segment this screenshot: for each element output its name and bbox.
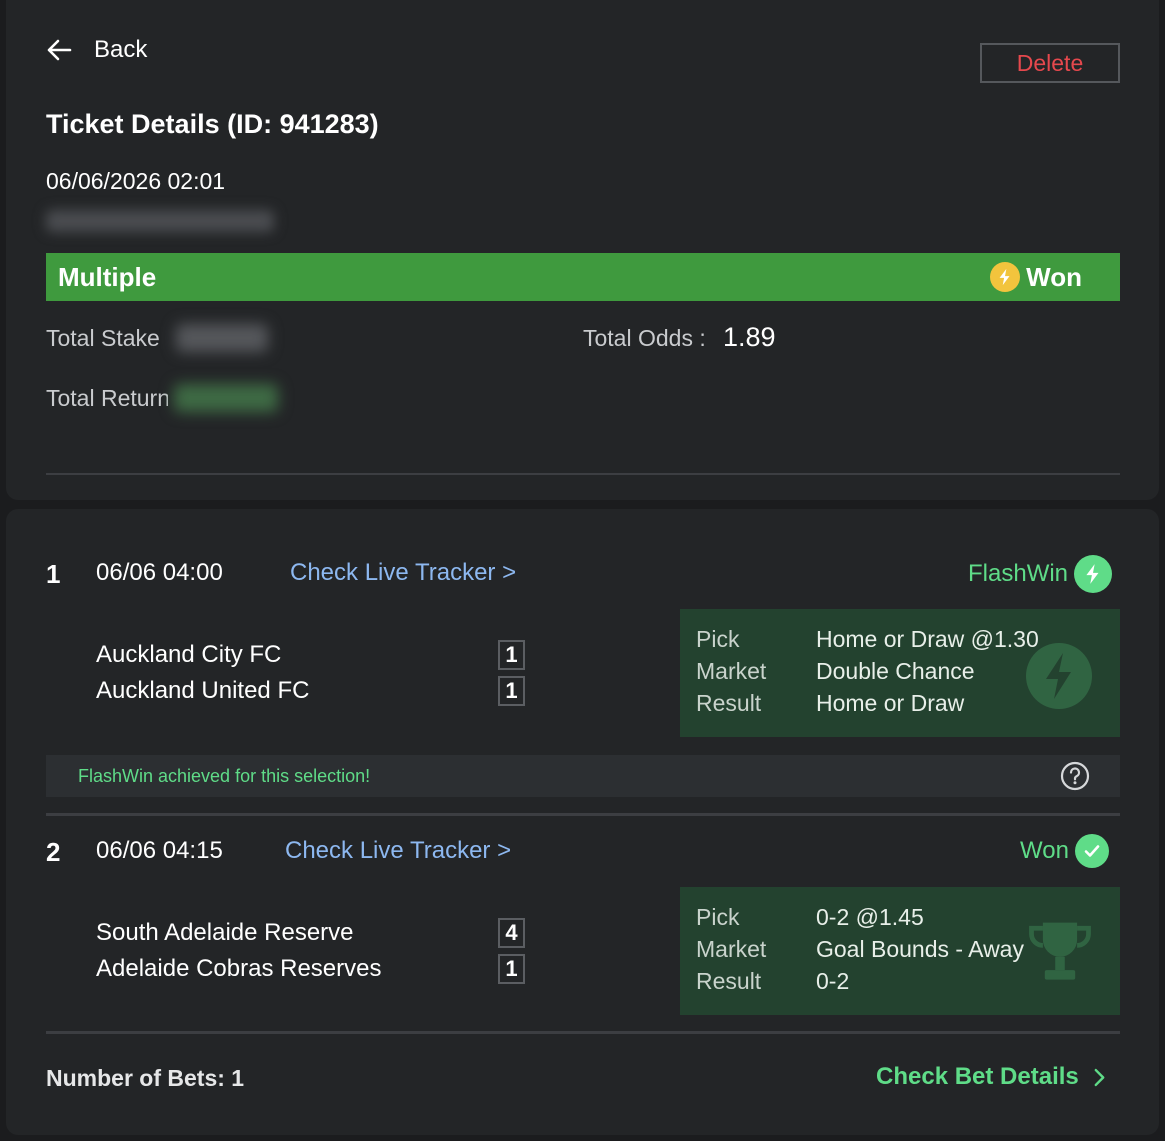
ticket-status-label: Won xyxy=(1026,261,1082,292)
total-stake-label: Total Stake xyxy=(46,325,160,351)
pick-details-box: Pick 0-2 @1.45 Market Goal Bounds - Away… xyxy=(680,887,1120,1015)
ticket-status: Won xyxy=(990,262,1082,293)
delete-button[interactable]: Delete xyxy=(980,43,1120,83)
check-bet-details-link[interactable]: Check Bet Details xyxy=(876,1063,1106,1091)
chevron-right-icon xyxy=(1094,1068,1105,1086)
selections-card: 1 06/06 04:00 Check Live Tracker > Flash… xyxy=(6,509,1159,1135)
selection-time: 06/06 04:15 xyxy=(96,837,223,864)
redacted-info xyxy=(46,210,274,232)
page-title: Ticket Details (ID: 941283) xyxy=(46,109,379,139)
help-icon[interactable] xyxy=(1060,761,1090,791)
bet-type: Multiple xyxy=(58,261,157,292)
back-label: Back xyxy=(94,36,148,63)
selection-status: Won xyxy=(1020,834,1109,868)
market-label: Market xyxy=(696,658,767,684)
bolt-icon xyxy=(1074,555,1113,593)
total-odds-label: Total Odds : xyxy=(583,325,706,351)
selection-time: 06/06 04:00 xyxy=(96,559,223,586)
selection-number: 2 xyxy=(46,837,61,867)
pick-value: 0-2 @1.45 xyxy=(816,904,924,930)
flashwin-notice-text: FlashWin achieved for this selection! xyxy=(78,765,371,786)
market-value: Goal Bounds - Away xyxy=(816,936,1024,962)
away-score: 1 xyxy=(498,676,525,706)
live-tracker-link[interactable]: Check Live Tracker > xyxy=(290,559,516,587)
number-of-bets: Number of Bets: 1 xyxy=(46,1065,245,1091)
selection-number: 1 xyxy=(46,559,61,589)
total-stake-value-redacted xyxy=(176,324,268,352)
selection-status-label: FlashWin xyxy=(968,560,1069,587)
divider xyxy=(46,473,1120,475)
total-odds-value: 1.89 xyxy=(723,322,776,352)
arrow-left-icon xyxy=(47,39,72,61)
selection-status: FlashWin xyxy=(968,555,1113,593)
result-label: Result xyxy=(696,690,762,716)
selection-status-label: Won xyxy=(1020,837,1069,864)
result-value: 0-2 xyxy=(816,968,850,994)
divider xyxy=(46,813,1120,816)
home-score: 4 xyxy=(498,918,525,948)
divider xyxy=(46,1031,1120,1034)
pick-label: Pick xyxy=(696,626,740,652)
live-tracker-link[interactable]: Check Live Tracker > xyxy=(285,837,511,865)
ticket-date: 06/06/2026 02:01 xyxy=(46,168,226,194)
home-team: South Adelaide Reserve xyxy=(96,919,354,946)
pick-label: Pick xyxy=(696,904,740,930)
ticket-summary-card: Back Delete Ticket Details (ID: 941283) … xyxy=(6,0,1159,500)
result-value: Home or Draw xyxy=(816,690,965,716)
trophy-icon xyxy=(1022,915,1098,996)
home-team: Auckland City FC xyxy=(96,641,282,668)
check-icon xyxy=(1074,834,1109,868)
result-label: Result xyxy=(696,968,762,994)
away-team: Adelaide Cobras Reserves xyxy=(96,955,382,982)
ticket-status-bar: Multiple Won xyxy=(46,253,1120,301)
pick-details-box: Pick Home or Draw @1.30 Market Double Ch… xyxy=(680,609,1120,737)
away-team: Auckland United FC xyxy=(96,677,310,704)
away-score: 1 xyxy=(498,954,525,984)
back-button[interactable]: Back xyxy=(46,36,147,64)
bolt-icon xyxy=(990,262,1021,292)
market-label: Market xyxy=(696,936,767,962)
market-value: Double Chance xyxy=(816,658,975,684)
check-bet-details-label: Check Bet Details xyxy=(876,1063,1079,1090)
pick-value: Home or Draw @1.30 xyxy=(816,626,1039,652)
flashwin-notice: FlashWin achieved for this selection! xyxy=(46,755,1120,797)
home-score: 1 xyxy=(498,640,525,670)
total-return-label: Total Return xyxy=(46,385,168,411)
total-return-value-redacted xyxy=(174,384,278,412)
